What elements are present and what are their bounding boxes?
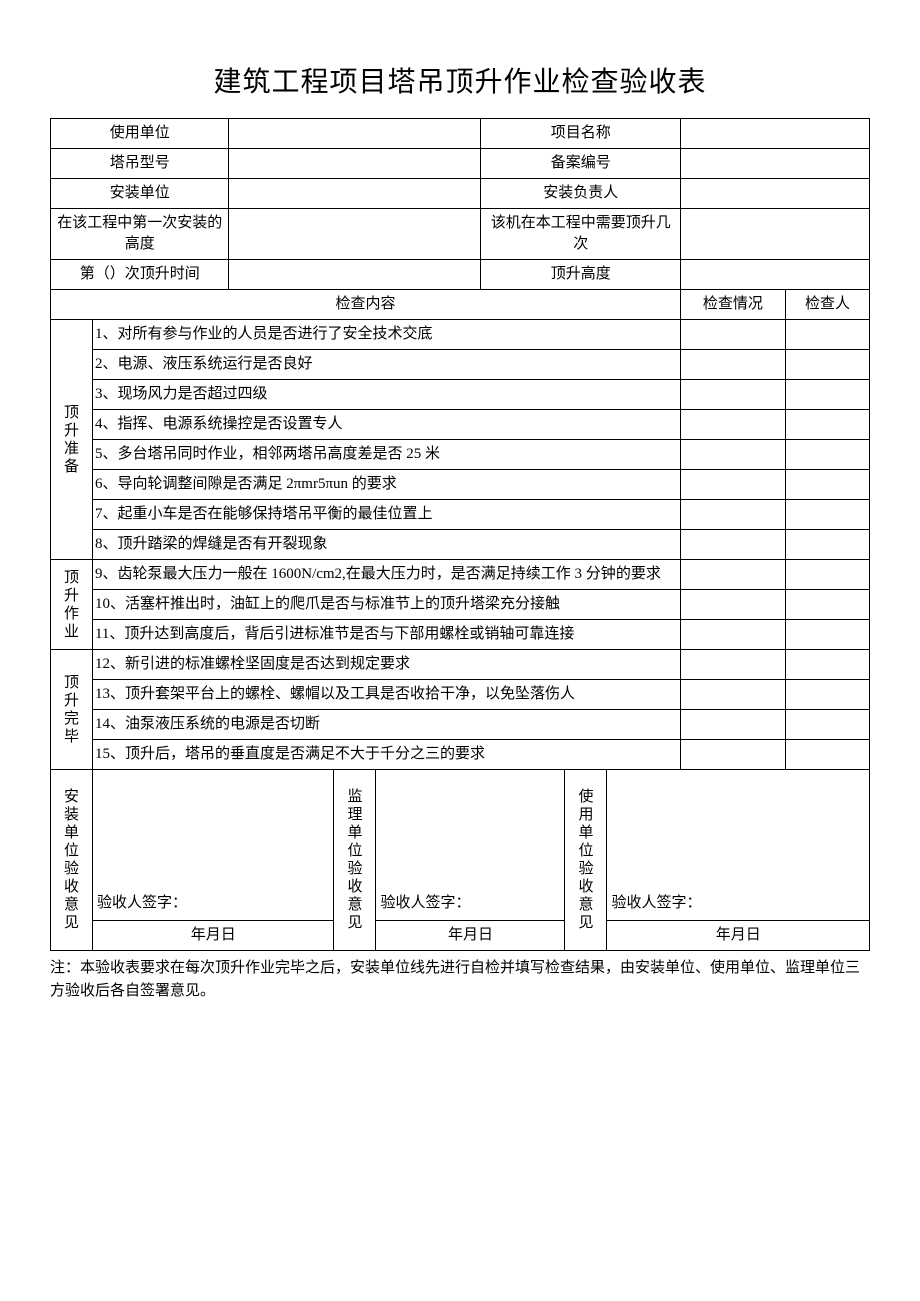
label-first-height: 在该工程中第一次安装的高度 bbox=[51, 209, 229, 260]
checker-6[interactable] bbox=[785, 470, 869, 500]
label-install-opinion: 安装单位验收意见 bbox=[51, 770, 93, 951]
item-14: 14、油泵液压系统的电源是否切断 bbox=[92, 710, 680, 740]
value-first-height[interactable] bbox=[229, 209, 481, 260]
label-install-unit: 安装单位 bbox=[51, 179, 229, 209]
item-10: 10、活塞杆推出时，油缸上的爬爪是否与标准节上的顶升塔梁充分接触 bbox=[92, 590, 680, 620]
label-crane-model: 塔吊型号 bbox=[51, 149, 229, 179]
status-7[interactable] bbox=[680, 500, 785, 530]
item-1: 1、对所有参与作业的人员是否进行了安全技术交底 bbox=[92, 320, 680, 350]
use-sig[interactable]: 验收人签字： bbox=[607, 770, 870, 921]
status-12[interactable] bbox=[680, 650, 785, 680]
checker-5[interactable] bbox=[785, 440, 869, 470]
status-10[interactable] bbox=[680, 590, 785, 620]
page-title: 建筑工程项目塔吊顶升作业检查验收表 bbox=[50, 60, 870, 100]
status-11[interactable] bbox=[680, 620, 785, 650]
status-8[interactable] bbox=[680, 530, 785, 560]
supervise-date[interactable]: 年月日 bbox=[376, 921, 565, 951]
status-6[interactable] bbox=[680, 470, 785, 500]
item-5: 5、多台塔吊同时作业，相邻两塔吊高度差是否 25 米 bbox=[92, 440, 680, 470]
status-5[interactable] bbox=[680, 440, 785, 470]
install-date[interactable]: 年月日 bbox=[92, 921, 333, 951]
checker-4[interactable] bbox=[785, 410, 869, 440]
value-install-head[interactable] bbox=[680, 179, 869, 209]
status-9[interactable] bbox=[680, 560, 785, 590]
checker-13[interactable] bbox=[785, 680, 869, 710]
col-content: 检查内容 bbox=[51, 290, 681, 320]
group-done: 顶升完毕 bbox=[51, 650, 93, 770]
checker-3[interactable] bbox=[785, 380, 869, 410]
value-crane-model[interactable] bbox=[229, 149, 481, 179]
use-date[interactable]: 年月日 bbox=[607, 921, 870, 951]
status-1[interactable] bbox=[680, 320, 785, 350]
label-use-opinion: 使用单位验收意见 bbox=[565, 770, 607, 951]
checker-2[interactable] bbox=[785, 350, 869, 380]
item-8: 8、顶升踏梁的焊缝是否有开裂现象 bbox=[92, 530, 680, 560]
status-3[interactable] bbox=[680, 380, 785, 410]
value-use-unit[interactable] bbox=[229, 119, 481, 149]
label-install-head: 安装负责人 bbox=[481, 179, 680, 209]
supervise-sig[interactable]: 验收人签字： bbox=[376, 770, 565, 921]
status-4[interactable] bbox=[680, 410, 785, 440]
value-project-name[interactable] bbox=[680, 119, 869, 149]
checker-8[interactable] bbox=[785, 530, 869, 560]
item-9: 9、齿轮泵最大压力一般在 1600N/cm2,在最大压力时，是否满足持续工作 3… bbox=[92, 560, 680, 590]
group-prep: 顶升准备 bbox=[51, 320, 93, 560]
group-work: 顶升作业 bbox=[51, 560, 93, 650]
value-install-unit[interactable] bbox=[229, 179, 481, 209]
install-sig[interactable]: 验收人签字： bbox=[92, 770, 333, 921]
label-supervise-opinion: 监理单位验收意见 bbox=[334, 770, 376, 951]
item-3: 3、现场风力是否超过四级 bbox=[92, 380, 680, 410]
label-need-times: 该机在本工程中需要顶升几次 bbox=[481, 209, 680, 260]
checker-7[interactable] bbox=[785, 500, 869, 530]
status-15[interactable] bbox=[680, 740, 785, 770]
item-12: 12、新引进的标准螺栓坚固度是否达到规定要求 bbox=[92, 650, 680, 680]
footnote: 注：本验收表要求在每次顶升作业完毕之后，安装单位线先进行自检并填写检查结果，由安… bbox=[50, 957, 870, 1002]
value-lift-height[interactable] bbox=[680, 260, 869, 290]
checker-12[interactable] bbox=[785, 650, 869, 680]
label-record-no: 备案编号 bbox=[481, 149, 680, 179]
label-use-unit: 使用单位 bbox=[51, 119, 229, 149]
item-6: 6、导向轮调整间隙是否满足 2πmr5πun 的要求 bbox=[92, 470, 680, 500]
checker-1[interactable] bbox=[785, 320, 869, 350]
item-11: 11、顶升达到高度后，背后引进标准节是否与下部用螺栓或销轴可靠连接 bbox=[92, 620, 680, 650]
status-14[interactable] bbox=[680, 710, 785, 740]
checker-9[interactable] bbox=[785, 560, 869, 590]
item-4: 4、指挥、电源系统操控是否设置专人 bbox=[92, 410, 680, 440]
label-nth-time: 第（）次顶升时间 bbox=[51, 260, 229, 290]
label-lift-height: 顶升高度 bbox=[481, 260, 680, 290]
item-13: 13、顶升套架平台上的螺栓、螺帽以及工具是否收拾干净，以免坠落伤人 bbox=[92, 680, 680, 710]
inspection-table: 使用单位 项目名称 塔吊型号 备案编号 安装单位 安装负责人 在该工程中第一次安… bbox=[50, 118, 870, 951]
item-15: 15、顶升后，塔吊的垂直度是否满足不大于千分之三的要求 bbox=[92, 740, 680, 770]
checker-11[interactable] bbox=[785, 620, 869, 650]
item-2: 2、电源、液压系统运行是否良好 bbox=[92, 350, 680, 380]
status-13[interactable] bbox=[680, 680, 785, 710]
checker-10[interactable] bbox=[785, 590, 869, 620]
item-7: 7、起重小车是否在能够保持塔吊平衡的最佳位置上 bbox=[92, 500, 680, 530]
value-nth-time[interactable] bbox=[229, 260, 481, 290]
label-project-name: 项目名称 bbox=[481, 119, 680, 149]
status-2[interactable] bbox=[680, 350, 785, 380]
col-checker: 检查人 bbox=[785, 290, 869, 320]
col-status: 检查情况 bbox=[680, 290, 785, 320]
value-record-no[interactable] bbox=[680, 149, 869, 179]
checker-14[interactable] bbox=[785, 710, 869, 740]
value-need-times[interactable] bbox=[680, 209, 869, 260]
checker-15[interactable] bbox=[785, 740, 869, 770]
